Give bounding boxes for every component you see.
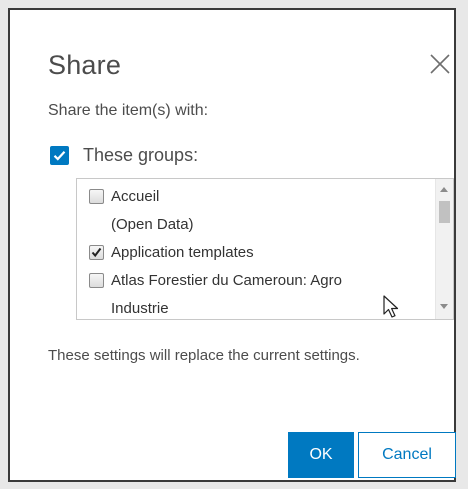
group-item[interactable]: Accueil (Open Data)	[85, 183, 429, 239]
share-dialog: Share Share the item(s) with: These grou…	[8, 8, 456, 482]
group-checkbox[interactable]	[89, 245, 104, 260]
groups-option[interactable]: These groups:	[50, 144, 198, 166]
list-scrollbar[interactable]	[435, 179, 453, 319]
scroll-up-icon[interactable]	[440, 187, 448, 192]
groups-checkbox-label: These groups:	[83, 144, 199, 165]
settings-note: These settings will replace the current …	[48, 347, 360, 364]
group-item[interactable]: Atlas Forestier du Cameroun: Agro Indust…	[85, 267, 429, 319]
cancel-button[interactable]: Cancel	[358, 432, 456, 478]
group-label-continued: (Open Data)	[111, 216, 194, 233]
group-checkbox[interactable]	[89, 273, 104, 288]
groups-checkbox[interactable]	[50, 145, 69, 165]
checkmark-icon	[91, 247, 102, 258]
group-label: Application templates	[111, 244, 254, 261]
scrollbar-thumb[interactable]	[439, 201, 450, 223]
dialog-title: Share	[48, 50, 122, 80]
close-icon[interactable]	[428, 52, 452, 76]
checkmark-icon	[53, 150, 66, 161]
group-label: Accueil	[111, 188, 160, 205]
group-label: Atlas Forestier du Cameroun: Agro	[111, 272, 342, 289]
group-label-continued: Industrie	[111, 300, 169, 317]
mouse-pointer-icon	[383, 295, 399, 318]
scroll-down-icon[interactable]	[440, 304, 448, 309]
group-item[interactable]: Application templates	[85, 239, 429, 267]
ok-button[interactable]: OK	[288, 432, 354, 478]
share-with-label: Share the item(s) with:	[48, 102, 209, 119]
group-checkbox[interactable]	[89, 189, 104, 204]
